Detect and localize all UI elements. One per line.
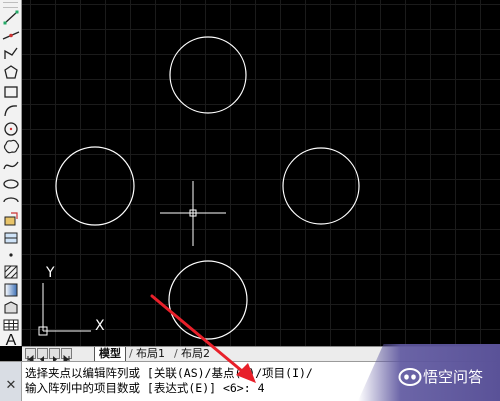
toolbar-grip[interactable] bbox=[3, 2, 18, 8]
circle-icon[interactable] bbox=[2, 120, 20, 137]
hatch-icon[interactable] bbox=[2, 263, 20, 280]
point-icon[interactable] bbox=[2, 246, 20, 263]
drawing-circle[interactable] bbox=[169, 36, 247, 114]
ellipse-arc-icon[interactable] bbox=[2, 193, 20, 210]
wukong-logo-icon bbox=[398, 368, 422, 386]
command-prompt-line[interactable]: 输入阵列中的项目数或 [表达式(E)] <6>: 4 bbox=[25, 381, 265, 395]
autocad-window: A YX 模型 / 布局1 / 布局2 ✕ 选择夹点以编辑阵列或 [关联(AS)… bbox=[0, 0, 500, 401]
revision-cloud-icon[interactable] bbox=[2, 138, 20, 155]
first-tab-button[interactable] bbox=[25, 348, 36, 365]
close-icon[interactable]: ✕ bbox=[4, 379, 18, 393]
crosshair-cursor bbox=[160, 181, 226, 246]
last-tab-button[interactable] bbox=[61, 348, 72, 365]
line-icon[interactable] bbox=[2, 9, 20, 26]
ellipse-icon[interactable] bbox=[2, 175, 20, 192]
multiline-text-icon[interactable]: A bbox=[2, 332, 20, 349]
tab-layout1[interactable]: 布局1 bbox=[132, 347, 169, 361]
region-icon[interactable] bbox=[2, 299, 20, 316]
previous-tab-button[interactable] bbox=[37, 348, 48, 363]
drawing-circle[interactable] bbox=[282, 147, 360, 225]
table-icon[interactable] bbox=[2, 316, 20, 333]
drawing-circle[interactable] bbox=[55, 146, 135, 226]
command-line-grip[interactable]: ✕ bbox=[0, 362, 22, 401]
rectangle-icon[interactable] bbox=[2, 83, 20, 100]
polygon-icon[interactable] bbox=[2, 64, 20, 81]
tab-model[interactable]: 模型 bbox=[94, 347, 126, 361]
tab-layout2[interactable]: 布局2 bbox=[177, 347, 214, 361]
drawing-canvas[interactable]: YX bbox=[22, 0, 500, 346]
insert-block-icon[interactable] bbox=[2, 211, 20, 228]
ucs-x-label: X bbox=[95, 318, 105, 334]
spline-icon[interactable] bbox=[2, 157, 20, 174]
watermark-text: 悟空问答 bbox=[423, 368, 484, 386]
draw-toolbar: A bbox=[0, 0, 22, 349]
drawing-circle[interactable] bbox=[168, 260, 248, 340]
command-history-line: 选择夹点以编辑阵列或 [关联(AS)/基点(B)/项目(I)/ bbox=[25, 366, 313, 380]
drawing-svg: YX bbox=[38, 36, 360, 340]
ucs-icon bbox=[38, 283, 91, 336]
construction-line-icon[interactable] bbox=[2, 27, 20, 44]
ucs-y-label: Y bbox=[45, 265, 55, 281]
arc-icon[interactable] bbox=[2, 102, 20, 119]
gradient-icon[interactable] bbox=[2, 281, 20, 298]
make-block-icon[interactable] bbox=[2, 229, 20, 246]
next-tab-button[interactable] bbox=[49, 348, 60, 363]
polyline-icon[interactable] bbox=[2, 45, 20, 62]
